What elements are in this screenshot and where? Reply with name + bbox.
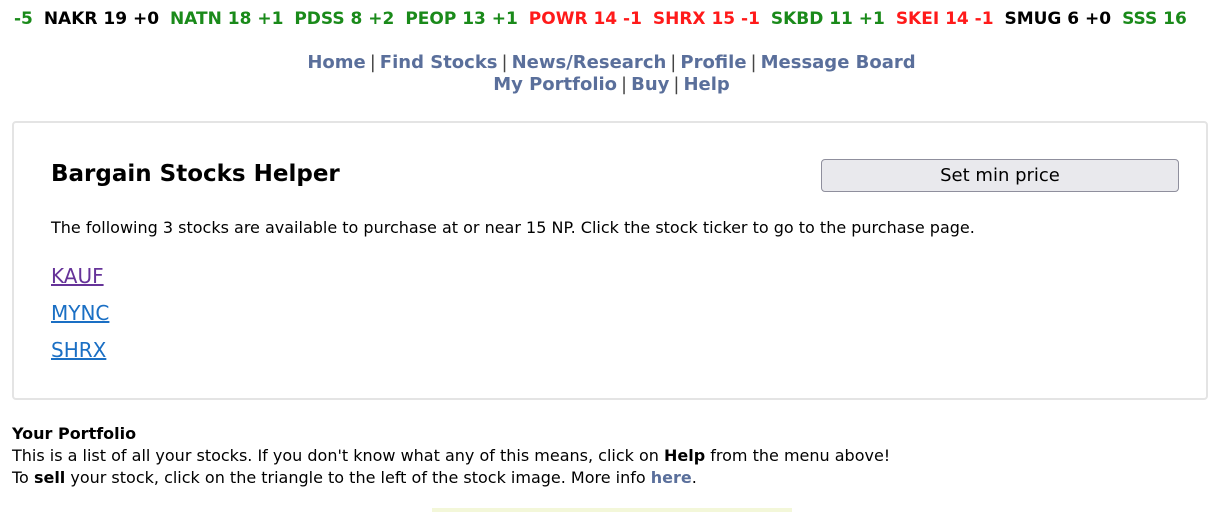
portfolio-sell-line: To sell your stock, click on the triangl…: [12, 467, 890, 489]
portfolio-text: your stock, click on the triangle to the…: [65, 468, 651, 487]
ticker-item: SHRX 15 -1: [652, 9, 760, 29]
nav-profile[interactable]: Profile: [680, 52, 746, 73]
portfolio-text: from the menu above!: [705, 446, 891, 465]
nav-separator: |: [501, 52, 508, 73]
nav-message-board[interactable]: Message Board: [761, 52, 916, 73]
nav-separator: |: [670, 52, 677, 73]
list-item: KAUF: [51, 263, 109, 300]
nav-separator: |: [673, 74, 680, 95]
ticker-item: NAKR 19 +0: [43, 9, 160, 29]
ticker-item: PDSS 8 +2: [294, 9, 395, 29]
nav-home[interactable]: Home: [307, 52, 365, 73]
sell-emphasis: sell: [33, 468, 66, 487]
portfolio-help-line: This is a list of all your stocks. If yo…: [12, 445, 890, 467]
nav-buy[interactable]: Buy: [631, 74, 669, 95]
nav-row-2: My Portfolio | Buy | Help: [0, 74, 1223, 96]
ticker-item: POWR 14 -1: [528, 9, 642, 29]
bargain-stock-list: KAUF MYNC SHRX: [51, 263, 109, 374]
list-item: SHRX: [51, 337, 109, 374]
nav-find-stocks[interactable]: Find Stocks: [380, 52, 498, 73]
stock-link-mync[interactable]: MYNC: [51, 301, 109, 325]
portfolio-text: .: [691, 468, 697, 487]
portfolio-intro: Your Portfolio This is a list of all you…: [12, 423, 890, 489]
ticker-item: SSS 16: [1122, 9, 1187, 29]
portfolio-table-top-edge: [432, 508, 792, 512]
ticker-item: SKBD 11 +1: [770, 9, 885, 29]
nav-row-1: Home | Find Stocks | News/Research | Profile | M…: [0, 52, 1223, 74]
ticker-item: SMUG 6 +0: [1004, 9, 1112, 29]
list-item: MYNC: [51, 300, 109, 337]
help-emphasis: Help: [664, 446, 706, 465]
portfolio-text: This is a list of all your stocks. If yo…: [12, 446, 664, 465]
stock-ticker: -5 NAKR 19 +0 NATN 18 +1 PDSS 8 +2 PEOP …: [14, 8, 1192, 30]
more-info-link[interactable]: here: [651, 468, 692, 487]
nav-help[interactable]: Help: [683, 74, 729, 95]
stock-link-kauf[interactable]: KAUF: [51, 264, 104, 288]
ticker-item: SKEI 14 -1: [895, 9, 994, 29]
ticker-item: NATN 18 +1: [169, 9, 284, 29]
nav-news-research[interactable]: News/Research: [512, 52, 667, 73]
ticker-item: -5: [14, 9, 33, 29]
portfolio-heading: Your Portfolio: [12, 424, 137, 443]
stock-link-shrx[interactable]: SHRX: [51, 338, 106, 362]
set-min-price-button[interactable]: Set min price: [821, 159, 1179, 192]
helper-description: The following 3 stocks are available to …: [51, 218, 975, 237]
portfolio-text: To: [12, 468, 34, 487]
main-nav: Home | Find Stocks | News/Research | Profile | M…: [0, 52, 1223, 96]
nav-separator: |: [621, 74, 628, 95]
nav-my-portfolio[interactable]: My Portfolio: [493, 74, 617, 95]
nav-separator: |: [369, 52, 376, 73]
helper-title: Bargain Stocks Helper: [51, 161, 340, 187]
ticker-item: PEOP 13 +1: [405, 9, 518, 29]
bargain-stocks-helper: Bargain Stocks Helper Set min price The …: [12, 121, 1208, 400]
nav-separator: |: [750, 52, 757, 73]
